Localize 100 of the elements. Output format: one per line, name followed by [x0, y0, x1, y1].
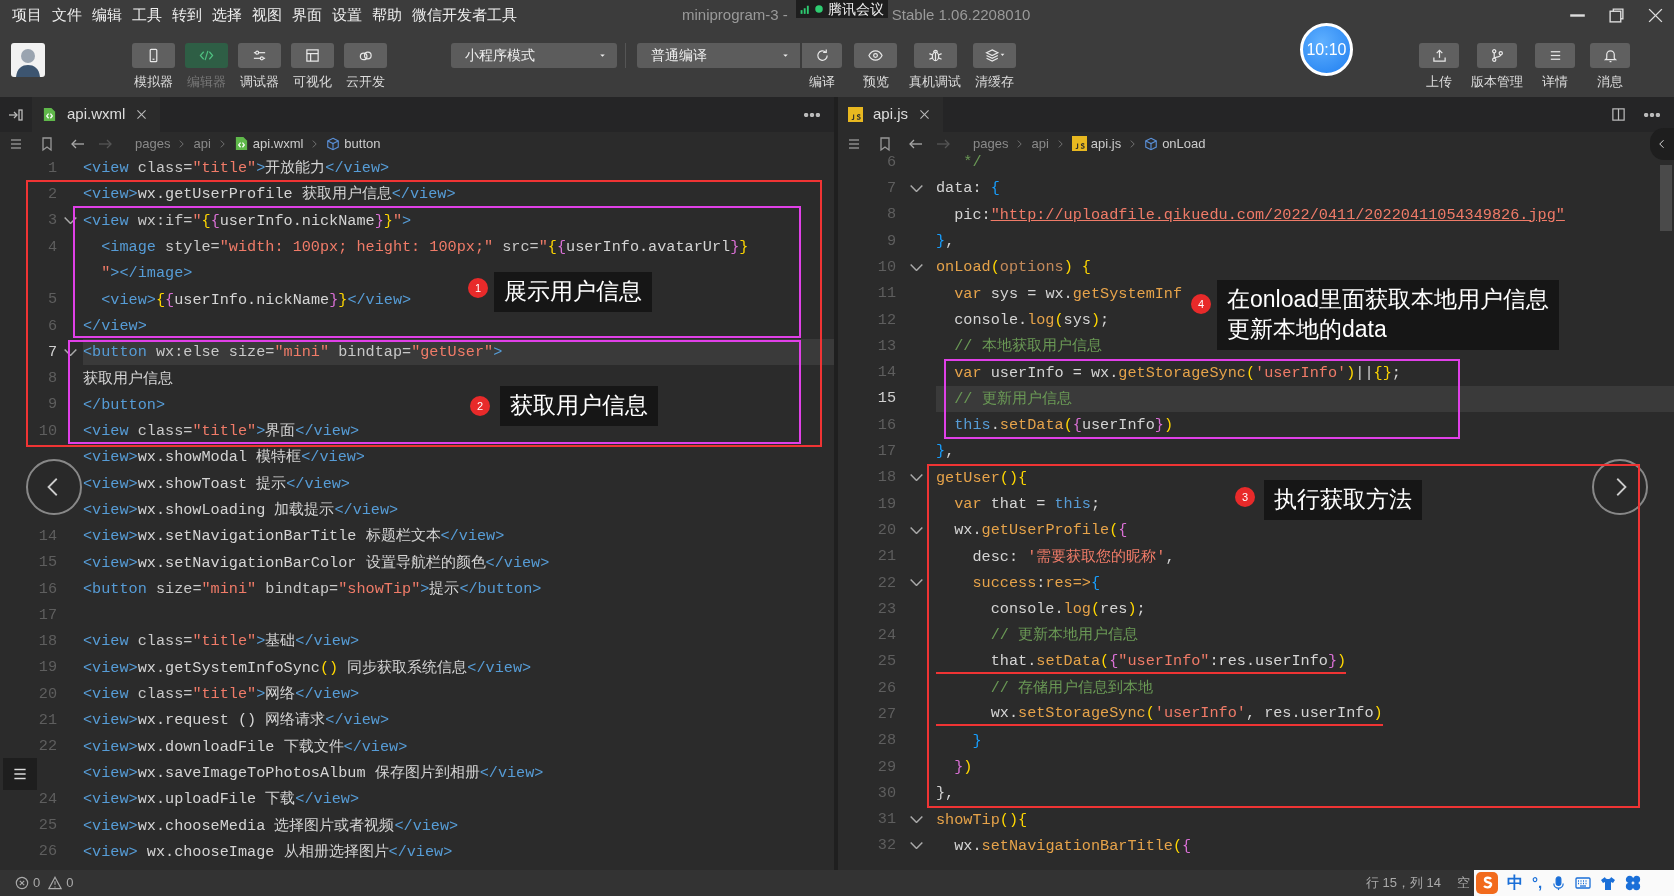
cube-icon: [326, 136, 341, 151]
code-line: var that = this;: [953, 494, 1101, 515]
breadcrumb-item[interactable]: pages: [973, 133, 1009, 154]
code-line: 获取用户信息: [83, 368, 173, 390]
menu-item[interactable]: 编辑: [87, 3, 127, 27]
split-editor-button[interactable]: [1611, 107, 1626, 122]
menu-item[interactable]: 设置: [327, 3, 367, 27]
breadcrumb-item[interactable]: api: [1031, 133, 1049, 154]
code-line: that.setData({"userInfo":res.userInfo}): [936, 649, 1347, 674]
chevron-right-icon: [177, 137, 187, 150]
toolbar-button[interactable]: 真机调试: [909, 43, 961, 92]
editor-tab[interactable]: api.js: [838, 97, 944, 132]
code-line: // 更新本地用户信息: [989, 625, 1139, 647]
close-icon: [135, 108, 149, 121]
cursor-position: 行 15，列 14: [1365, 874, 1441, 893]
minimize-icon: [1569, 13, 1586, 17]
error-count: 0: [33, 874, 41, 893]
code-line: <view>wx.setNavigationBarTitle 标题栏文本</view>: [83, 526, 505, 548]
code-line: <image style="width: 100px; height: 100px;" src="{{userInfo.avatarUrl}}: [100, 237, 749, 259]
menu-item[interactable]: 微信开发者工具: [407, 3, 522, 27]
code-line: var sys = wx.getSystemInf: [953, 283, 1183, 305]
microphone-icon: [1551, 875, 1567, 891]
close-button[interactable]: [1647, 6, 1664, 24]
menu-item[interactable]: 选择: [207, 3, 247, 27]
chevron-right-icon: [310, 137, 320, 150]
layers-icon: [983, 48, 1006, 63]
eye-icon: [868, 48, 883, 63]
menu-item[interactable]: 界面: [287, 3, 327, 27]
code-line: },: [936, 231, 955, 253]
bookmark-icon: [39, 135, 55, 152]
previous-button[interactable]: [26, 459, 82, 515]
breadcrumb-item[interactable]: api.js: [1071, 133, 1122, 154]
callout-label: 获取用户信息: [500, 386, 658, 426]
menu-item[interactable]: 视图: [247, 3, 287, 27]
panel-toggle-button[interactable]: [1650, 128, 1674, 160]
menu-item[interactable]: 项目: [7, 3, 47, 27]
menu-item[interactable]: 帮助: [367, 3, 407, 27]
more-button[interactable]: [804, 112, 820, 117]
bookmark-button[interactable]: [39, 135, 55, 152]
more-button[interactable]: [1644, 112, 1660, 117]
ime-punctuation[interactable]: °,: [1532, 871, 1543, 895]
code-line: <view wx:if="{{userInfo.nickName}}">: [83, 210, 412, 232]
refresh-icon: [814, 48, 830, 63]
restore-button[interactable]: [1608, 6, 1625, 24]
toolbar-button[interactable]: 版本管理: [1470, 43, 1524, 92]
file-icon: [233, 136, 249, 151]
code-line: <view> wx.chooseImage 从相册选择图片</view>: [83, 841, 453, 863]
error-icon: [15, 876, 29, 890]
toolbar-button[interactable]: 上传: [1412, 43, 1466, 92]
code-line: desc: '需要获取您的昵称',: [971, 546, 1175, 568]
scrollbar[interactable]: [1660, 165, 1672, 231]
breadcrumb-item[interactable]: pages: [135, 133, 171, 154]
code-line: },: [936, 441, 955, 463]
warning-icon: [48, 876, 63, 890]
menu-item[interactable]: 文件: [47, 3, 87, 27]
code-line: getUser(){: [936, 467, 1028, 489]
bug-icon: [927, 48, 943, 63]
code-line: console.log(sys);: [953, 309, 1110, 331]
next-button[interactable]: [1592, 459, 1648, 515]
breadcrumb-item[interactable]: onLoad: [1144, 133, 1206, 154]
close-icon: [1647, 6, 1664, 24]
callout-label: 执行获取方法: [1264, 480, 1422, 520]
line-number: 15: [876, 388, 896, 410]
menu-item[interactable]: 转到: [167, 3, 207, 27]
code-line: // 存储用户信息到本地: [989, 678, 1154, 700]
window-version: Stable 1.06.2208010: [891, 4, 1031, 25]
code-line: <view class="title">界面</view>: [83, 421, 360, 443]
code-line: wx.setNavigationBarTitle({: [953, 835, 1192, 857]
code-line: */: [962, 152, 982, 174]
code-line: <view>wx.showLoading 加载提示</view>: [83, 500, 399, 521]
chevron-right-icon: [1128, 137, 1138, 150]
caret-icon: [598, 51, 607, 60]
callout-label: 在onload里面获取本地用户信息 更新本地的data: [1217, 280, 1560, 350]
ime-language[interactable]: 中: [1507, 871, 1523, 895]
code-line: }): [953, 756, 973, 778]
breadcrumb-item[interactable]: button: [326, 133, 381, 154]
window-title: miniprogram-3 -: [682, 4, 788, 25]
bookmark-button[interactable]: [877, 135, 893, 152]
arrow-right-icon: [8, 106, 24, 123]
breadcrumb-item[interactable]: api.wxml: [233, 133, 304, 154]
compile-select[interactable]: 普通编译: [637, 43, 800, 68]
code-line: }: [971, 730, 982, 752]
toolbar-button[interactable]: 详情: [1528, 43, 1582, 92]
branch-icon: [1489, 48, 1505, 63]
indent-mode: 空: [1457, 874, 1470, 893]
minimize-button[interactable]: [1569, 13, 1586, 17]
code-icon: [199, 48, 214, 63]
code-line: console.log(res);: [989, 599, 1146, 621]
code-line: <view>wx.request () 网络请求</view>: [83, 710, 390, 732]
breadcrumb-item[interactable]: api: [193, 133, 211, 154]
menu-item[interactable]: 工具: [127, 3, 167, 27]
editor-tab[interactable]: api.wxml: [32, 97, 161, 132]
code-line: data: {: [936, 178, 1000, 200]
tab-close-button[interactable]: [135, 108, 149, 121]
toolbar-button[interactable]: 消息: [1586, 43, 1634, 92]
tab-close-button[interactable]: [918, 108, 932, 121]
outline-panel-button[interactable]: [3, 758, 37, 790]
code-line: <view>wx.saveImageToPhotosAlbum 保存图片到相册</view>: [83, 762, 544, 784]
mode-select[interactable]: 小程序模式: [451, 43, 617, 68]
chevron-right-icon: [1015, 137, 1025, 150]
